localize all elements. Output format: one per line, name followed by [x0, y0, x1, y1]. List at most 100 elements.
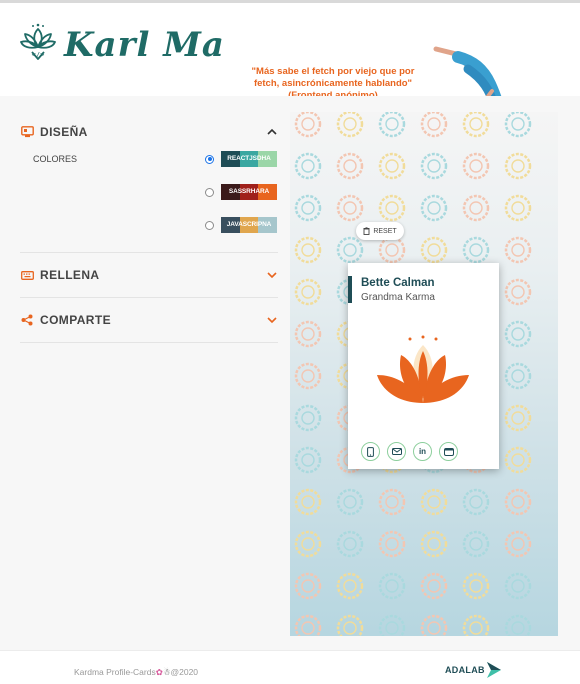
chakra-pattern-icon: [294, 362, 322, 390]
chakra-pattern-icon: [294, 320, 322, 348]
colors-label: COLORES: [33, 154, 78, 164]
chakra-pattern-icon: [462, 572, 490, 600]
footer-copyright: Kardma Profile-Cards✿☃@2020: [74, 667, 198, 678]
chakra-pattern-icon: [336, 194, 364, 222]
palette-name: REACTJSDHA: [227, 155, 271, 162]
chakra-pattern-icon: [336, 236, 364, 264]
chakra-pattern-icon: [294, 152, 322, 180]
chakra-pattern-icon: [378, 488, 406, 516]
design-section: DISEÑA COLORES REACTJSDHA SASSRHARA JAVA…: [20, 110, 278, 253]
chakra-pattern-icon: [462, 614, 490, 636]
palette-option-2[interactable]: SASSRHARA: [205, 184, 278, 200]
chakra-pattern-icon: [294, 404, 322, 432]
chakra-pattern-icon: [420, 112, 448, 138]
chakra-pattern-icon: [294, 488, 322, 516]
chakra-pattern-icon: [462, 236, 490, 264]
chakra-pattern-icon: [294, 446, 322, 474]
card-accent-bar: [348, 276, 352, 303]
chakra-pattern-icon: [504, 446, 532, 474]
chakra-pattern-icon: [294, 236, 322, 264]
chakra-pattern-icon: [336, 152, 364, 180]
chakra-pattern-icon: [462, 194, 490, 222]
chakra-pattern-icon: [294, 614, 322, 636]
chevron-up-icon[interactable]: [266, 126, 278, 138]
profile-card: Bette Calman Grandma Karma in: [348, 263, 499, 469]
palette-name: SASSRHARA: [228, 188, 270, 195]
palette-swatch-2[interactable]: SASSRHARA: [221, 184, 278, 200]
monitor-icon: [20, 125, 34, 139]
palette-name: JAVASCRIPNA: [226, 221, 272, 228]
palette-radio-2[interactable]: [205, 187, 214, 197]
chakra-pattern-icon: [336, 488, 364, 516]
design-section-title: DISEÑA: [40, 125, 88, 139]
chakra-pattern-icon: [294, 530, 322, 558]
share-icon: [20, 313, 34, 327]
palette-swatch-1[interactable]: REACTJSDHA: [221, 151, 278, 167]
linkedin-icon[interactable]: in: [413, 442, 432, 461]
chakra-pattern-icon: [336, 530, 364, 558]
adalab-logo[interactable]: ADALAB: [445, 660, 503, 680]
chakra-pattern-icon: [504, 572, 532, 600]
share-section-header[interactable]: COMPARTE: [20, 298, 278, 342]
footer-year: @2020: [170, 667, 199, 677]
card-preview: RESET Bette Calman Grandma Karma in: [290, 112, 558, 636]
chakra-pattern-icon: [420, 614, 448, 636]
chakra-pattern-icon: [462, 488, 490, 516]
design-section-body: COLORES REACTJSDHA SASSRHARA JAVASCRIPNA: [20, 151, 278, 252]
fill-section-header[interactable]: RELLENA: [20, 253, 278, 297]
chakra-pattern-icon: [462, 112, 490, 138]
chakra-pattern-icon: [420, 488, 448, 516]
chakra-pattern-icon: [504, 614, 532, 636]
profile-image-lotus: [377, 335, 469, 403]
card-name: Bette Calman: [361, 277, 435, 289]
share-section: COMPARTE: [20, 298, 278, 343]
editor-form: DISEÑA COLORES REACTJSDHA SASSRHARA JAVA…: [20, 110, 278, 343]
design-section-header[interactable]: DISEÑA: [20, 110, 278, 154]
svg-text:</>: </>: [32, 51, 45, 59]
chakra-pattern-icon: [378, 614, 406, 636]
chakra-pattern-icon: [378, 194, 406, 222]
chakra-pattern-icon: [504, 112, 532, 138]
chakra-pattern-icon: [420, 152, 448, 180]
adalab-arrow-icon: [486, 662, 501, 678]
github-icon[interactable]: [439, 442, 458, 461]
chakra-pattern-icon: [378, 236, 406, 264]
chakra-pattern-icon: [504, 362, 532, 390]
chakra-pattern-icon: [504, 530, 532, 558]
chakra-pattern-icon: [462, 152, 490, 180]
chevron-down-icon[interactable]: [266, 269, 278, 281]
brand-name: Karl Ma: [64, 25, 225, 65]
chakra-pattern-icon: [504, 152, 532, 180]
chakra-pattern-icon: [504, 236, 532, 264]
palette-option-1[interactable]: REACTJSDHA: [205, 151, 278, 167]
keyboard-icon: [20, 268, 34, 282]
chakra-pattern-icon: [420, 572, 448, 600]
chevron-down-icon[interactable]: [266, 314, 278, 326]
palette-radio-1[interactable]: [205, 154, 214, 164]
fill-section-title: RELLENA: [40, 268, 100, 282]
chakra-pattern-icon: [420, 236, 448, 264]
chakra-pattern-icon: [504, 488, 532, 516]
chakra-pattern-icon: [336, 112, 364, 138]
share-section-title: COMPARTE: [40, 313, 111, 327]
phone-icon[interactable]: [361, 442, 380, 461]
chakra-pattern-icon: [420, 194, 448, 222]
chakra-pattern-icon: [420, 530, 448, 558]
chakra-pattern-icon: [504, 320, 532, 348]
chakra-pattern-icon: [462, 530, 490, 558]
reset-label: RESET: [373, 227, 397, 235]
chakra-pattern-icon: [294, 194, 322, 222]
palette-option-3[interactable]: JAVASCRIPNA: [205, 217, 278, 233]
chakra-pattern-icon: [336, 614, 364, 636]
chakra-pattern-icon: [504, 194, 532, 222]
logo[interactable]: </> Karl Ma: [20, 23, 225, 67]
chakra-pattern-icon: [336, 572, 364, 600]
site-footer: Kardma Profile-Cards✿☃@2020 ADALAB: [0, 650, 580, 684]
email-icon[interactable]: [387, 442, 406, 461]
chakra-pattern-icon: [294, 278, 322, 306]
palette-radio-3[interactable]: [205, 220, 214, 230]
chakra-pattern-icon: [378, 572, 406, 600]
palette-swatch-3[interactable]: JAVASCRIPNA: [221, 217, 278, 233]
reset-button[interactable]: RESET: [356, 222, 404, 240]
main-area: DISEÑA COLORES REACTJSDHA SASSRHARA JAVA…: [0, 96, 580, 650]
